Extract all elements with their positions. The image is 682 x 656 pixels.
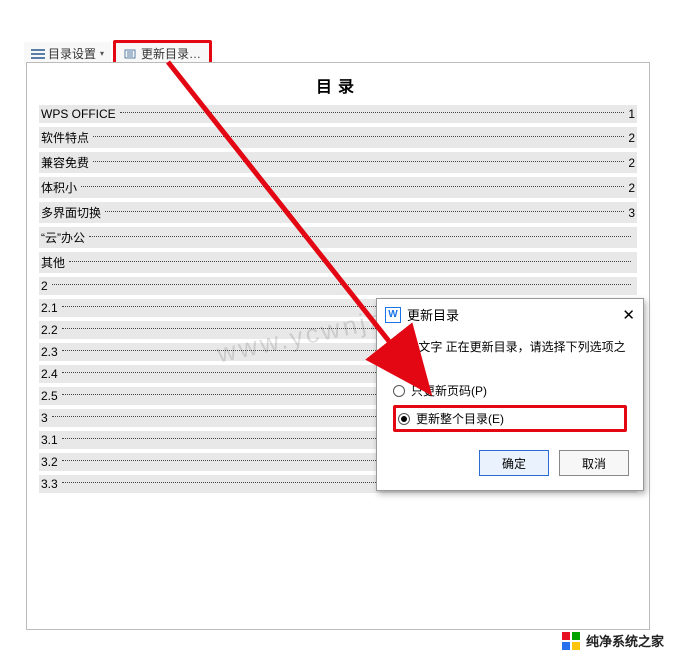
footer-brand: 纯净系统之家 xyxy=(562,631,664,650)
radio-page-only-label: 只更新页码(P) xyxy=(411,382,487,399)
toc-entry-label: 3 xyxy=(41,411,48,425)
dialog-title-text: 更新目录 xyxy=(407,305,459,324)
toc-entry-label: 2 xyxy=(41,279,48,293)
cancel-button[interactable]: 取消 xyxy=(559,450,629,476)
toc-leader-dots xyxy=(81,186,624,187)
toc-entry[interactable]: 多界面切换 3 xyxy=(39,202,637,223)
toc-settings-label: 目录设置 xyxy=(48,45,96,62)
toc-leader-dots xyxy=(120,112,625,113)
brand-text: 纯净系统之家 xyxy=(586,631,664,650)
toc-entry-page: 2 xyxy=(628,131,635,145)
toc-entry-page: 1 xyxy=(628,107,635,121)
toc-entry-page: 3 xyxy=(628,206,635,220)
toc-entry-label: 3.2 xyxy=(41,455,58,469)
toc-entry-label: 2.5 xyxy=(41,389,58,403)
close-icon[interactable]: ✕ xyxy=(622,306,635,324)
toc-entry-label: 体积小 xyxy=(41,179,77,196)
wps-app-icon: W xyxy=(385,307,401,323)
toc-entry[interactable]: 体积小 2 xyxy=(39,177,637,198)
dialog-titlebar: W 更新目录 ✕ xyxy=(377,299,643,330)
toc-entry-label: 兼容免费 xyxy=(41,154,89,171)
toc-leader-dots xyxy=(89,236,631,237)
toc-leader-dots xyxy=(69,261,631,262)
radio-icon xyxy=(393,385,405,397)
update-toc-label: 更新目录… xyxy=(141,45,201,62)
toc-leader-dots xyxy=(105,211,624,212)
toc-entry-label: 软件特点 xyxy=(41,129,89,146)
toc-entry-label: 其他 xyxy=(41,254,65,271)
toc-settings-icon xyxy=(31,48,45,60)
toc-entry[interactable]: 其他 xyxy=(39,252,637,273)
toc-leader-dots xyxy=(52,284,631,285)
refresh-icon xyxy=(124,48,138,60)
radio-entire-label: 更新整个目录(E) xyxy=(416,410,504,427)
toc-entry-label: 2.2 xyxy=(41,323,58,337)
toc-leader-dots xyxy=(93,161,624,162)
toc-entry-page: 2 xyxy=(628,156,635,170)
dropdown-icon: ▾ xyxy=(100,49,104,58)
toc-entry[interactable]: 2 xyxy=(39,277,637,295)
brand-logo-icon xyxy=(562,632,580,650)
radio-icon xyxy=(398,413,410,425)
toc-entry[interactable]: 软件特点 2 xyxy=(39,127,637,148)
update-toc-dialog: W 更新目录 ✕ WPS文字 正在更新目录，请选择下列选项之一： 只更新页码(P… xyxy=(376,298,644,491)
toc-entry-label: 多界面切换 xyxy=(41,204,101,221)
radio-page-only[interactable]: 只更新页码(P) xyxy=(393,382,627,399)
toc-entry-label: “云”办公 xyxy=(41,229,85,246)
toc-entry-label: 3.3 xyxy=(41,477,58,491)
toc-entry-label: 2.3 xyxy=(41,345,58,359)
radio-entire-toc[interactable]: 更新整个目录(E) xyxy=(393,405,627,432)
toc-entry-label: 2.1 xyxy=(41,301,58,315)
toc-entry-page: 2 xyxy=(628,181,635,195)
toc-entry[interactable]: WPS OFFICE 1 xyxy=(39,105,637,123)
toc-entry-label: 2.4 xyxy=(41,367,58,381)
toc-entry-label: 3.1 xyxy=(41,433,58,447)
ok-button[interactable]: 确定 xyxy=(479,450,549,476)
toc-entry-label: WPS OFFICE xyxy=(41,107,116,121)
toc-entry[interactable]: “云”办公 xyxy=(39,227,637,248)
dialog-message: WPS文字 正在更新目录，请选择下列选项之一： xyxy=(391,338,629,374)
toc-leader-dots xyxy=(93,136,624,137)
page-title: 目录 xyxy=(39,73,637,97)
toc-entry[interactable]: 兼容免费 2 xyxy=(39,152,637,173)
